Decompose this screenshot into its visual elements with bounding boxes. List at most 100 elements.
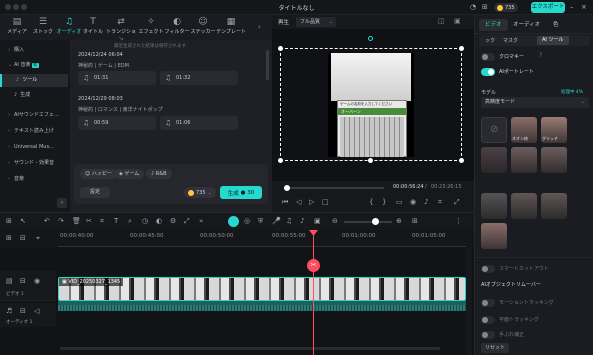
split-icon[interactable]: ✂ <box>86 217 92 225</box>
screen-icon[interactable]: ▭ <box>396 198 403 206</box>
resize-handle[interactable] <box>459 46 464 51</box>
tab-filters[interactable]: ◐ フィルター <box>164 17 190 39</box>
music-result-card[interactable]: ♫ 00:59 <box>78 116 156 130</box>
speaker-icon[interactable]: ◁ <box>34 307 39 315</box>
model-select[interactable]: 高精度モード ⌄ <box>481 97 589 108</box>
tab-titles[interactable]: T タイトル <box>80 17 106 39</box>
lock-icon[interactable]: ⊟ <box>20 307 26 315</box>
preset-thumbnail[interactable] <box>541 193 567 219</box>
sidebar-item-ai-sfx[interactable]: › AIサウンドエフェ... <box>0 109 68 122</box>
subtab-mask[interactable]: マスク <box>503 37 518 44</box>
planar-tracking-toggle[interactable] <box>481 316 495 324</box>
delete-icon[interactable]: 🗑 <box>72 217 81 225</box>
volume-icon[interactable]: ♪ <box>424 198 428 206</box>
grid-icon[interactable]: ⊞ <box>482 3 488 11</box>
shield-icon[interactable]: ⛨ <box>258 217 263 226</box>
sidebar-item-universal-music[interactable]: › Universal Mus... <box>0 141 68 154</box>
more-icon[interactable]: » <box>199 217 203 225</box>
step-back-icon[interactable]: ◁ <box>296 198 301 206</box>
layout-icon[interactable]: ⊞ <box>6 217 12 225</box>
tag-rnb[interactable]: ♪ R&B <box>146 169 172 179</box>
scrollbar[interactable] <box>266 50 269 80</box>
help-icon[interactable]: ? <box>539 52 542 59</box>
tab-stock[interactable]: ☰ ストック <box>30 17 56 39</box>
mark-out-icon[interactable]: } <box>382 198 386 206</box>
speed-icon[interactable]: ◷ <box>142 217 148 225</box>
image-icon[interactable]: ▣ <box>454 17 461 25</box>
undo-icon[interactable]: ↶ <box>44 217 50 225</box>
expand-icon[interactable]: ⤢ <box>184 217 190 226</box>
adjust-icon[interactable]: ⚙ <box>170 217 176 225</box>
music-icon[interactable]: ♪ <box>300 217 304 225</box>
play-icon[interactable]: ▷ <box>309 198 314 206</box>
resize-handle[interactable] <box>368 158 373 163</box>
smart-cutout-toggle[interactable] <box>481 265 495 273</box>
sidebar-item-ai-music[interactable]: ⌄ AI 音楽 新 <box>0 59 68 72</box>
scrub-bar[interactable] <box>284 187 384 189</box>
zoom-in-icon[interactable]: ⊕ <box>396 217 402 225</box>
export-button[interactable]: エクスポート <box>531 2 565 13</box>
tab-audio[interactable]: オーディオ <box>507 19 546 31</box>
ai-portrait-toggle[interactable] <box>481 68 495 76</box>
tab-color[interactable]: 色 <box>547 19 565 31</box>
sidebar-item-sound-effects[interactable]: › サウンド - 効果音 <box>0 157 68 170</box>
more-options-icon[interactable]: ⋮ <box>455 217 462 225</box>
rotate-handle[interactable] <box>368 36 373 41</box>
preset-glitch[interactable]: グリッチ <box>541 117 567 143</box>
camera-icon[interactable]: ◉ <box>410 198 416 206</box>
scrub-handle[interactable] <box>284 185 290 191</box>
sidebar-item-tts[interactable]: › テキスト読み上げ <box>0 125 68 138</box>
sidebar-item-tools[interactable]: ♪ ツール <box>0 74 68 87</box>
tab-templates[interactable]: ▦ テンプレート <box>216 17 246 39</box>
fullscreen-icon[interactable]: ⤢ <box>454 198 460 207</box>
tab-media[interactable]: ▤ メディア <box>4 17 30 39</box>
split-scissors-icon[interactable]: ✂ <box>307 259 320 272</box>
subtab-ai-tools[interactable]: AI ツール <box>537 36 569 45</box>
horizontal-scrollbar[interactable] <box>60 347 440 350</box>
quality-select[interactable]: フル品質 ⌄ <box>296 17 336 27</box>
motion-tracking-toggle[interactable] <box>481 299 495 307</box>
preset-thumbnail[interactable] <box>481 147 507 173</box>
snapshot-icon[interactable]: ▣ <box>314 217 321 225</box>
preset-neon[interactable]: ネオン枠 <box>511 117 537 143</box>
reset-button[interactable]: リセット <box>481 343 509 353</box>
chroma-key-toggle[interactable] <box>481 53 495 61</box>
color-icon[interactable]: ◐ <box>156 217 162 225</box>
audio-mix-icon[interactable]: ♫ <box>286 217 292 225</box>
crop-icon[interactable]: ⌗ <box>100 217 104 226</box>
lock-icon[interactable]: ⊟ <box>20 277 26 285</box>
mic-icon[interactable]: 🎤 <box>272 217 281 225</box>
preset-thumbnail[interactable] <box>511 193 537 219</box>
tab-transitions[interactable]: ⇄トランジション <box>106 17 136 43</box>
sidebar-item-generate[interactable]: ♪ 生成 <box>0 89 68 102</box>
grid-icon[interactable]: ⊞ <box>412 217 418 225</box>
zoom-out-icon[interactable]: ⊖ <box>332 217 338 225</box>
mark-in-icon[interactable]: { <box>369 198 373 206</box>
tab-audio[interactable]: ♫ オーディオ <box>56 17 82 39</box>
subtab-basic[interactable]: ック <box>485 37 495 44</box>
magnet-icon[interactable]: ⌖ <box>36 234 40 243</box>
sidebar-item-music[interactable]: › 音楽 <box>0 173 68 186</box>
stabilization-toggle[interactable] <box>481 331 495 339</box>
playback-tab[interactable]: 再生 <box>278 18 289 26</box>
close-icon[interactable]: × <box>581 3 587 11</box>
redo-icon[interactable]: ↷ <box>58 217 64 225</box>
preset-thumbnail[interactable] <box>541 147 567 173</box>
chevron-right-icon[interactable]: › <box>258 23 261 31</box>
eye-icon[interactable]: ◉ <box>34 277 40 285</box>
sidebar-item-purchase[interactable]: › 購入 <box>0 44 68 57</box>
zoom-icon[interactable]: ⌕ <box>128 217 132 226</box>
zoom-slider[interactable] <box>344 221 392 223</box>
crop-icon[interactable]: ⌗ <box>438 198 442 207</box>
preset-none[interactable]: ⊘ <box>481 117 507 143</box>
preset-thumbnail[interactable] <box>481 223 507 249</box>
video-clip[interactable]: ▣ VID_20250327_1345 <box>58 277 466 301</box>
tab-effects[interactable]: ✧ エフェクト <box>138 17 164 39</box>
tag-game[interactable]: ◈ ゲーム <box>114 169 145 179</box>
collapse-panel-button[interactable]: ‹ <box>57 198 67 208</box>
resize-handle[interactable] <box>459 158 464 163</box>
prev-frame-icon[interactable]: ⏮ <box>282 198 288 207</box>
preset-thumbnail[interactable] <box>481 193 507 219</box>
add-track-icon[interactable]: ⊞ <box>6 234 12 242</box>
ai-tool-icon[interactable] <box>228 216 239 227</box>
